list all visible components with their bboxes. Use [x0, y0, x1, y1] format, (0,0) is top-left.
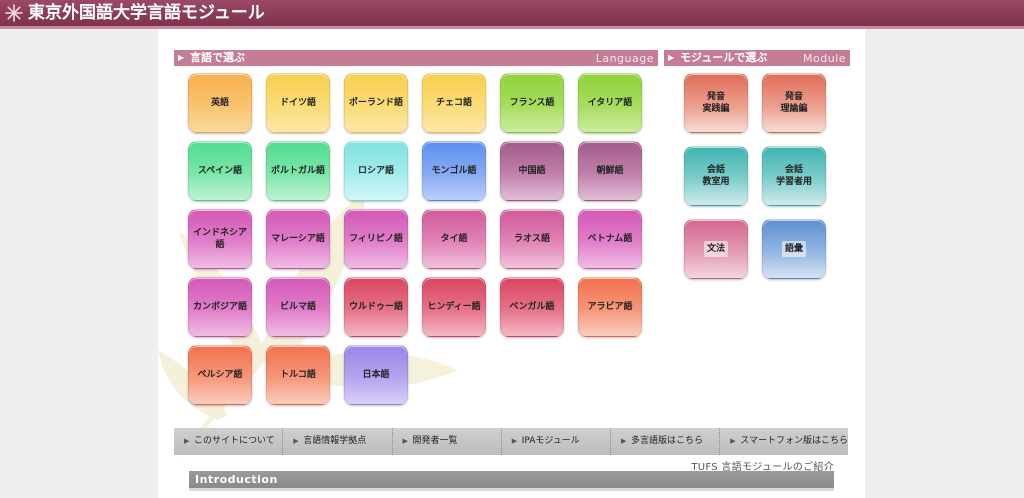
tile-label: チェコ語: [435, 98, 472, 108]
language-tile-english[interactable]: 英語: [188, 73, 252, 133]
tile-label: 語彙: [781, 241, 806, 257]
tile-label: ペルシア語: [197, 370, 243, 380]
app-title[interactable]: 東京外国語大学言語モジュール: [28, 2, 265, 24]
language-tile-chinese[interactable]: 中国語: [500, 141, 564, 201]
language-section-title: 言語で選ぶ: [190, 51, 245, 64]
module-tile-conversation-classroom[interactable]: 会話 教室用: [684, 146, 748, 206]
footer-nav: ▶ このサイトについて ▶ 言語情報学拠点 ▶ 開発者一覧 ▶ IPAモジュール ▶ 多言…: [174, 428, 848, 455]
arrow-right-icon: ▶: [730, 437, 736, 445]
tile-label: タイ語: [440, 234, 468, 244]
language-section-header: ▶ 言語で選ぶ Language: [174, 50, 658, 66]
asterisk-logo-icon: [5, 4, 23, 22]
arrow-right-icon: ▶: [293, 437, 299, 445]
language-tile-french[interactable]: フランス語: [500, 73, 564, 133]
language-tile-hindi[interactable]: ヒンディー語: [422, 277, 486, 337]
arrow-right-icon: ▶: [184, 437, 190, 445]
tile-label: ドイツ語: [279, 98, 316, 108]
tile-label: 文法: [703, 241, 728, 257]
module-tile-pronunciation-practice[interactable]: 発音 実践編: [684, 73, 748, 133]
module-tile-pronunciation-theory[interactable]: 発音 理論編: [762, 73, 826, 133]
language-tile-filipino[interactable]: フィリピノ語: [344, 209, 408, 269]
nav-multilingual[interactable]: ▶ 多言語版はこちら: [611, 428, 721, 455]
arrow-right-icon: ▶: [402, 437, 408, 445]
nav-label: 多言語版はこちら: [631, 436, 704, 446]
intro-divider: [189, 488, 834, 491]
tile-label: フランス語: [509, 98, 555, 108]
language-tile-malaysian[interactable]: マレーシア語: [266, 209, 330, 269]
language-tile-italian[interactable]: イタリア語: [578, 73, 642, 133]
nav-label: スマートフォン版はこちら: [740, 436, 848, 446]
tile-label: ラオス語: [513, 234, 550, 244]
tile-label: 発音 理論編: [780, 92, 808, 114]
tile-label: トルコ語: [280, 370, 316, 380]
language-tile-portuguese[interactable]: ポルトガル語: [266, 141, 330, 201]
intro-section-header: Introduction: [189, 471, 834, 488]
tile-label: インドネシア語: [192, 228, 247, 250]
tile-label: 日本語: [362, 370, 390, 380]
module-section-header: ▶ モジュールで選ぶ Module: [664, 50, 850, 66]
module-tile-conversation-learner[interactable]: 会話 学習者用: [762, 146, 826, 206]
tile-label: ベンガル語: [509, 302, 555, 312]
nav-label: 言語情報学拠点: [303, 436, 367, 446]
tile-label: モンゴル語: [431, 166, 477, 176]
module-section-title: モジュールで選ぶ: [680, 51, 768, 64]
language-tile-lao[interactable]: ラオス語: [500, 209, 564, 269]
arrow-right-icon: ▶: [178, 53, 185, 62]
language-tile-persian[interactable]: ペルシア語: [188, 345, 252, 405]
language-tile-korean[interactable]: 朝鮮語: [578, 141, 642, 201]
tile-label: ポルトガル語: [270, 166, 325, 176]
module-tile-grammar[interactable]: 文法: [684, 219, 748, 279]
tile-label: 中国語: [518, 166, 546, 176]
language-tile-burmese[interactable]: ビルマ語: [266, 277, 330, 337]
tile-label: 朝鮮語: [596, 166, 624, 176]
arrow-right-icon: ▶: [668, 53, 675, 62]
nav-about[interactable]: ▶ このサイトについて: [174, 428, 284, 455]
language-tile-arabic[interactable]: アラビア語: [578, 277, 642, 337]
tile-label: 発音 実践編: [702, 92, 730, 114]
language-tile-japanese[interactable]: 日本語: [344, 345, 408, 405]
language-tile-bengali[interactable]: ベンガル語: [500, 277, 564, 337]
tile-label: マレーシア語: [271, 234, 325, 244]
language-tile-mongolian[interactable]: モンゴル語: [422, 141, 486, 201]
tile-label: ロシア語: [357, 166, 394, 176]
tile-label: カンボジア語: [192, 302, 247, 312]
tile-label: 会話 学習者用: [775, 165, 812, 187]
nav-label: 開発者一覧: [412, 436, 458, 446]
language-section-title-en: Language: [595, 52, 654, 65]
arrow-right-icon: ▶: [621, 437, 627, 445]
app-header: 東京外国語大学言語モジュール: [0, 0, 1024, 26]
language-tile-spanish[interactable]: スペイン語: [188, 141, 252, 201]
language-tile-polish[interactable]: ポーランド語: [344, 73, 408, 133]
nav-smartphone[interactable]: ▶ スマートフォン版はこちら: [720, 428, 848, 455]
language-tile-german[interactable]: ドイツ語: [266, 73, 330, 133]
tile-label: 英語: [210, 98, 229, 108]
tile-label: アラビア語: [587, 302, 633, 312]
language-tile-cambodian[interactable]: カンボジア語: [188, 277, 252, 337]
language-tile-turkish[interactable]: トルコ語: [266, 345, 330, 405]
language-tile-czech[interactable]: チェコ語: [422, 73, 486, 133]
tile-label: イタリア語: [587, 98, 633, 108]
language-tile-urdu[interactable]: ウルドゥー語: [344, 277, 408, 337]
tile-label: スペイン語: [197, 166, 243, 176]
module-section-title-en: Module: [803, 52, 846, 65]
tile-label: フィリピノ語: [349, 234, 403, 244]
tile-label: ヒンディー語: [427, 302, 481, 312]
module-tile-vocabulary[interactable]: 語彙: [762, 219, 826, 279]
language-tile-indonesian[interactable]: インドネシア語: [188, 209, 252, 269]
tile-label: ウルドゥー語: [348, 302, 403, 312]
tile-label: ベトナム語: [587, 234, 633, 244]
tile-label: ビルマ語: [279, 302, 316, 312]
nav-label: IPAモジュール: [521, 436, 580, 446]
arrow-right-icon: ▶: [511, 437, 518, 445]
language-tile-vietnamese[interactable]: ベトナム語: [578, 209, 642, 269]
tile-label: ポーランド語: [348, 98, 403, 108]
nav-developers[interactable]: ▶ 開発者一覧: [393, 428, 502, 455]
language-tile-thai[interactable]: タイ語: [422, 209, 486, 269]
tile-label: 会話 教室用: [702, 165, 730, 187]
nav-label: このサイトについて: [194, 436, 275, 446]
language-tile-russian[interactable]: ロシア語: [344, 141, 408, 201]
nav-ipa-module[interactable]: ▶ IPAモジュール: [502, 428, 611, 455]
nav-language-info-center[interactable]: ▶ 言語情報学拠点: [283, 428, 393, 455]
